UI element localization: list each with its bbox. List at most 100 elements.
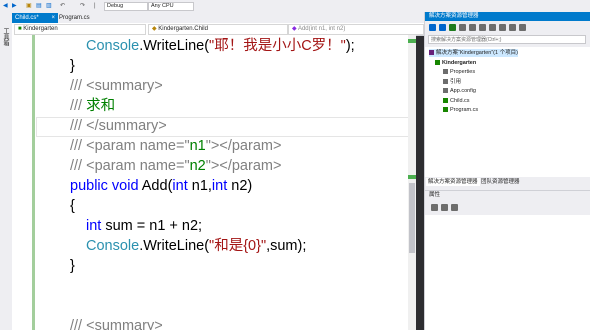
scroll-change-mark bbox=[408, 175, 416, 179]
tree-item[interactable]: Program.cs bbox=[443, 106, 478, 114]
wrench-icon[interactable] bbox=[509, 24, 516, 31]
tab-solution-explorer[interactable]: 解决方案资源管理器 bbox=[426, 178, 480, 186]
scroll-thumb[interactable] bbox=[409, 183, 415, 253]
code-line[interactable]: int sum = n1 + n2; bbox=[86, 216, 202, 236]
tree-item-label: Child.cs bbox=[450, 97, 470, 104]
code-token: int bbox=[172, 178, 192, 194]
solution-explorer-title: 解决方案资源管理器 bbox=[425, 12, 590, 21]
code-line[interactable]: { bbox=[70, 196, 75, 216]
code-line[interactable]: } bbox=[70, 256, 75, 276]
tree-item[interactable]: Kindergarten bbox=[435, 59, 476, 67]
code-token: ); bbox=[345, 38, 355, 54]
tree-item[interactable]: 引用 bbox=[443, 78, 461, 86]
solution-explorer-toolbar bbox=[425, 22, 590, 34]
code-token: ,sum); bbox=[266, 238, 307, 254]
code-token: sum = n1 + n2; bbox=[105, 218, 203, 234]
toolbox-tab[interactable]: 工具箱 bbox=[2, 28, 10, 46]
forward-icon[interactable] bbox=[439, 24, 446, 31]
configuration-select[interactable]: Debug bbox=[104, 2, 148, 11]
change-indicator-bar bbox=[32, 35, 35, 330]
code-line[interactable]: } bbox=[70, 56, 75, 76]
code-line[interactable]: public void Add(int n1,int n2) bbox=[70, 176, 252, 196]
pane-tabs: 解决方案资源管理器 团队资源管理器 bbox=[425, 177, 590, 187]
show-all-files-icon[interactable] bbox=[489, 24, 496, 31]
tree-item-icon bbox=[443, 88, 448, 94]
code-token: int bbox=[211, 178, 232, 194]
code-token: n1, bbox=[191, 178, 212, 194]
undo-icon[interactable]: ↶ bbox=[60, 2, 65, 10]
code-line[interactable]: /// <param name="n1"></param> bbox=[70, 136, 281, 156]
code-token: { bbox=[70, 198, 75, 214]
redo-icon[interactable]: ↷ bbox=[80, 2, 85, 10]
code-line[interactable]: /// </summary> bbox=[70, 116, 167, 136]
code-line[interactable]: /// <summary> bbox=[70, 316, 163, 330]
forward-icon[interactable]: ▶ bbox=[12, 2, 17, 10]
class-label: Kindergarten.Child bbox=[158, 26, 208, 32]
properties-toolbar bbox=[425, 202, 590, 214]
code-line[interactable]: /// <param name="n2"></param> bbox=[70, 156, 281, 176]
save-all-icon[interactable]: ▥ bbox=[46, 2, 52, 10]
open-folder-icon[interactable]: ▣ bbox=[26, 2, 32, 10]
project-dropdown[interactable]: ■ Kindergarten bbox=[14, 24, 146, 35]
back-icon[interactable]: ◀ bbox=[3, 2, 8, 10]
tree-item-label: Properties bbox=[450, 69, 476, 75]
code-token: /// </summary> bbox=[70, 118, 167, 134]
code-token: n2) bbox=[231, 178, 253, 194]
scroll-change-mark bbox=[408, 39, 416, 43]
code-token: n1 bbox=[189, 138, 206, 154]
tree-item-icon bbox=[435, 59, 440, 65]
close-icon[interactable]: × bbox=[51, 13, 55, 23]
refresh-icon[interactable] bbox=[469, 24, 476, 31]
member-dropdown[interactable]: ◆ Add(int n1, int n2) bbox=[288, 24, 424, 35]
member-label: Add(int n1, int n2) bbox=[297, 26, 346, 32]
wrench-icon[interactable] bbox=[451, 204, 458, 211]
solution-tree: 解决方案“Kindergarten”(1 个项目) Kindergarten Pro… bbox=[425, 47, 590, 177]
tree-item-label: App.config bbox=[450, 88, 476, 94]
code-editor[interactable]: Console.WriteLine("耶！我是小小C罗！");}/// <sum… bbox=[12, 35, 416, 330]
code-line[interactable]: Console.WriteLine("和是{0}",sum); bbox=[86, 236, 306, 256]
tree-item-label: Program.cs bbox=[450, 107, 479, 113]
tree-item-icon bbox=[443, 107, 448, 113]
editor-gutter bbox=[12, 35, 36, 330]
sync-icon[interactable] bbox=[459, 24, 466, 31]
code-line[interactable]: Console.WriteLine("耶！我是小小C罗！"); bbox=[86, 36, 355, 56]
code-token: 求和 bbox=[86, 98, 116, 114]
code-line[interactable]: /// <summary> bbox=[70, 76, 163, 96]
solution-explorer-search-input[interactable]: 搜索解决方案资源管理器(Ctrl+;) bbox=[428, 35, 586, 44]
save-icon[interactable]: ▤ bbox=[36, 2, 42, 10]
tab-child-cs[interactable]: Child.cs* × bbox=[12, 13, 58, 23]
tab-program-label: Program.cs bbox=[59, 15, 90, 21]
document-tab-strip: Child.cs* × Program.cs bbox=[12, 12, 424, 23]
tree-item[interactable]: App.config bbox=[443, 87, 476, 95]
tree-item[interactable]: Child.cs bbox=[443, 97, 470, 105]
pin-icon[interactable] bbox=[519, 24, 526, 31]
categorized-icon[interactable] bbox=[431, 204, 438, 211]
tab-child-label: Child.cs* bbox=[15, 15, 39, 21]
class-dropdown[interactable]: ◆ Kindergarten.Child bbox=[148, 24, 288, 35]
vertical-scrollbar[interactable] bbox=[408, 35, 416, 330]
code-token: "></param> bbox=[205, 138, 282, 154]
code-token: .WriteLine( bbox=[139, 238, 210, 254]
code-token: "></param> bbox=[205, 158, 282, 174]
platform-select[interactable]: Any CPU bbox=[148, 2, 194, 11]
debug-separator-icon: | bbox=[94, 3, 96, 9]
properties-title: 属性 bbox=[425, 190, 590, 199]
back-icon[interactable] bbox=[429, 24, 436, 31]
properties-icon[interactable] bbox=[499, 24, 506, 31]
code-token: void bbox=[111, 178, 142, 194]
home-icon[interactable] bbox=[449, 24, 456, 31]
code-token: Console bbox=[86, 238, 140, 254]
alphabetical-icon[interactable] bbox=[441, 204, 448, 211]
code-token: .WriteLine( bbox=[139, 38, 210, 54]
tree-item-label: 引用 bbox=[450, 78, 462, 85]
code-token: n2 bbox=[189, 158, 206, 174]
code-line[interactable]: /// 求和 bbox=[70, 96, 115, 116]
tree-item[interactable]: 解决方案“Kindergarten”(1 个项目) bbox=[429, 49, 518, 57]
tree-item[interactable]: Properties bbox=[443, 68, 475, 76]
tab-program-cs[interactable]: Program.cs bbox=[56, 13, 106, 23]
tab-team-explorer[interactable]: 团队资源管理器 bbox=[479, 178, 522, 186]
code-token: "耶！我是小小C罗！" bbox=[209, 38, 346, 54]
collapse-icon[interactable] bbox=[479, 24, 486, 31]
tree-item-icon bbox=[443, 78, 448, 84]
code-token: /// <summary> bbox=[70, 318, 163, 330]
